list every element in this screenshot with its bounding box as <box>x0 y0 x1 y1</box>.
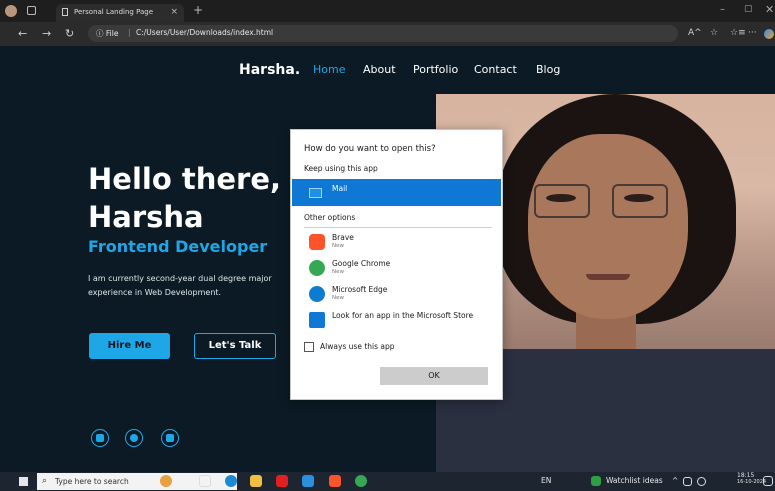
page-icon <box>62 8 68 16</box>
taskbar: ⌕ Type here to search EN Watchlist ideas… <box>0 472 775 491</box>
app-new-label: New <box>332 243 344 249</box>
edge-option[interactable]: Microsoft Edge New <box>304 283 494 307</box>
open-with-dialog: How do you want to open this? Keep using… <box>290 129 503 400</box>
network-icon[interactable] <box>683 477 692 486</box>
url-text[interactable]: C:/Users/User/Downloads/index.html <box>136 28 273 37</box>
favorites-icon[interactable]: ☆≡ <box>730 28 746 38</box>
photo-face <box>528 134 688 319</box>
tray-chevron-icon[interactable]: ^ <box>672 476 678 485</box>
brave-taskbar-icon[interactable] <box>329 475 341 487</box>
favorite-star-icon[interactable]: ☆ <box>710 28 718 38</box>
browser-tab[interactable]: Personal Landing Page × <box>56 4 184 22</box>
dialog-divider <box>304 227 492 228</box>
nav-portfolio[interactable]: Portfolio <box>413 63 458 76</box>
mail-icon <box>309 188 322 198</box>
chrome-option[interactable]: Google Chrome New <box>304 257 494 281</box>
edge-taskbar-icon[interactable] <box>225 475 237 487</box>
back-icon[interactable]: ← <box>18 27 27 40</box>
photo-eye-right <box>624 194 654 202</box>
hero-heading-line2: Harsha <box>88 200 204 234</box>
always-use-checkbox[interactable] <box>304 342 314 352</box>
vscode-icon[interactable] <box>302 475 314 487</box>
tab-close-icon[interactable]: × <box>170 7 178 17</box>
refresh-icon[interactable]: ↻ <box>65 27 74 40</box>
tab-title: Personal Landing Page <box>74 8 154 16</box>
search-icon: ⌕ <box>42 476 48 486</box>
hero-heading-line1: Hello there, I' <box>88 162 311 196</box>
brave-option[interactable]: Brave New <box>304 231 494 255</box>
app-name: Google Chrome <box>332 259 391 268</box>
close-window-button[interactable]: ✕ <box>765 3 774 16</box>
url-separator: | <box>128 28 131 37</box>
language-indicator[interactable]: EN <box>541 476 551 485</box>
search-placeholder: Type here to search <box>55 477 129 486</box>
start-icon[interactable] <box>19 477 28 486</box>
tab-actions-icon[interactable] <box>27 6 36 15</box>
mail-option[interactable]: Mail <box>292 179 501 206</box>
forward-icon[interactable]: → <box>42 27 51 40</box>
chrome-icon <box>309 260 325 276</box>
hero-description-line2: experience in Web Development. <box>88 288 222 297</box>
hero-subtitle: Frontend Developer <box>88 237 268 256</box>
file-explorer-icon[interactable] <box>250 475 262 487</box>
new-tab-button[interactable]: + <box>193 3 203 17</box>
volume-icon[interactable] <box>697 477 706 486</box>
edge-icon <box>309 286 325 302</box>
maximize-button[interactable]: ▢ <box>744 4 753 14</box>
ok-button[interactable]: OK <box>380 367 488 385</box>
twitter-icon[interactable] <box>125 429 143 447</box>
linkedin-icon[interactable] <box>91 429 109 447</box>
chrome-taskbar-icon[interactable] <box>355 475 367 487</box>
instagram-icon[interactable] <box>161 429 179 447</box>
nav-contact[interactable]: Contact <box>474 63 517 76</box>
app-name: Look for an app in the Microsoft Store <box>332 311 474 320</box>
site-info-button[interactable]: ⓘ File <box>96 28 118 39</box>
keep-using-label: Keep using this app <box>304 164 378 173</box>
browser-titlebar: Personal Landing Page × + – ▢ ✕ <box>0 0 775 22</box>
copilot-icon[interactable] <box>764 29 774 39</box>
address-bar[interactable]: ⓘ File | C:/Users/User/Downloads/index.h… <box>88 25 678 42</box>
clock[interactable]: 18:15 16-10-2024 <box>737 472 766 486</box>
notifications-icon[interactable] <box>763 476 773 486</box>
app-new-label: New <box>332 269 344 275</box>
hire-me-button[interactable]: Hire Me <box>89 333 170 359</box>
app-name: Brave <box>332 233 354 242</box>
youtube-icon[interactable] <box>276 475 288 487</box>
nav-about[interactable]: About <box>363 63 396 76</box>
site-logo[interactable]: Harsha. <box>239 62 300 78</box>
photo-eye-left <box>546 194 576 202</box>
watchlist-widget[interactable]: Watchlist ideas <box>606 476 663 485</box>
microsoft-store-icon <box>309 312 325 328</box>
nav-home[interactable]: Home <box>313 63 345 76</box>
photo-mouth <box>586 274 630 280</box>
clock-time: 18:15 <box>737 472 755 479</box>
nav-blog[interactable]: Blog <box>536 63 560 76</box>
news-widget-icon[interactable] <box>160 475 172 487</box>
read-aloud-icon[interactable]: A^ <box>688 28 702 38</box>
hero-description-line1: I am currently second-year dual degree m… <box>88 274 272 283</box>
task-view-icon[interactable] <box>199 475 211 487</box>
app-new-label: New <box>332 295 344 301</box>
app-name: Microsoft Edge <box>332 285 388 294</box>
more-icon[interactable]: ··· <box>748 28 757 38</box>
store-option[interactable]: Look for an app in the Microsoft Store <box>304 309 494 333</box>
mail-label: Mail <box>332 184 348 193</box>
address-bar-row: ← → ↻ ⓘ File | C:/Users/User/Downloads/i… <box>0 22 775 46</box>
watchlist-icon <box>591 476 601 486</box>
brave-icon <box>309 234 325 250</box>
dialog-title: How do you want to open this? <box>304 144 436 154</box>
lets-talk-button[interactable]: Let's Talk <box>194 333 276 359</box>
profile-avatar[interactable] <box>5 5 17 17</box>
minimize-button[interactable]: – <box>720 4 725 15</box>
clock-date: 16-10-2024 <box>737 479 767 485</box>
other-options-label: Other options <box>304 213 356 222</box>
always-use-label[interactable]: Always use this app <box>320 342 395 351</box>
hero-description: I am currently second-year dual degree m… <box>88 272 288 300</box>
